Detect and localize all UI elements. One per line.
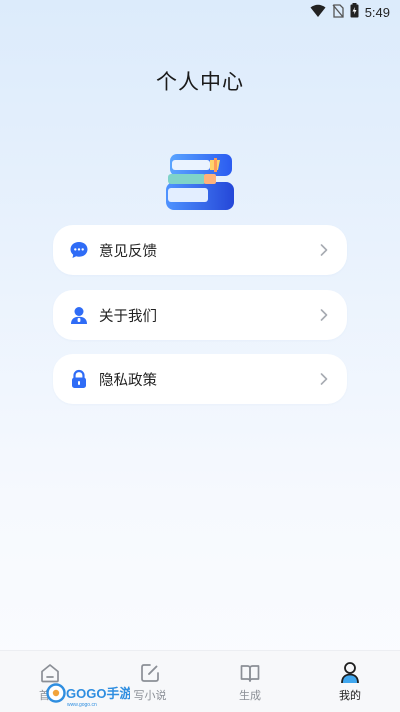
watermark-logo: GOGO手游网 www.gogo.cn xyxy=(46,682,145,708)
tab-mine[interactable]: 我的 xyxy=(300,651,400,712)
menu-item-privacy[interactable]: 隐私政策 xyxy=(53,354,347,404)
person-icon xyxy=(338,661,362,685)
status-time: 5:49 xyxy=(364,4,390,20)
menu-item-about[interactable]: 关于我们 xyxy=(53,290,347,340)
tab-label: 生成 xyxy=(239,689,261,702)
tab-generate[interactable]: 生成 xyxy=(200,651,300,712)
status-bar: 5:49 xyxy=(0,0,400,24)
wifi-icon xyxy=(310,3,326,22)
chat-bubble-icon xyxy=(69,240,89,260)
chevron-right-icon xyxy=(317,243,331,257)
chevron-right-icon xyxy=(317,308,331,322)
lock-icon xyxy=(69,369,89,389)
edit-icon xyxy=(138,661,162,685)
menu-item-label: 关于我们 xyxy=(99,308,157,325)
tab-label: 写小说 xyxy=(133,689,167,702)
page-title: 个人中心 xyxy=(156,70,244,94)
menu-item-label: 意见反馈 xyxy=(99,243,157,260)
app-logo xyxy=(164,152,238,214)
menu-item-feedback[interactable]: 意见反馈 xyxy=(53,225,347,275)
no-sim-icon xyxy=(332,3,344,22)
watermark-url: www.gogo.cn xyxy=(67,702,97,708)
battery-charging-icon xyxy=(350,2,359,22)
book-icon xyxy=(238,661,262,685)
tab-label: 我的 xyxy=(339,689,361,702)
user-icon xyxy=(69,305,89,325)
menu-item-label: 隐私政策 xyxy=(99,372,157,389)
watermark-brand: GOGO手游网 xyxy=(66,686,130,701)
chevron-right-icon xyxy=(317,372,331,386)
